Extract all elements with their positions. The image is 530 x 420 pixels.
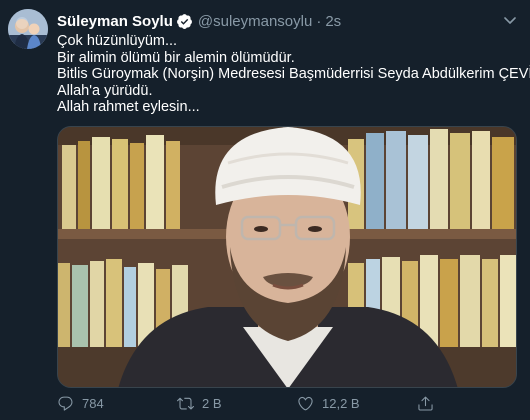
- tweet-line: Çok hüzünlüyüm...: [57, 33, 178, 49]
- verified-badge-icon: [176, 13, 193, 30]
- like-count: 12,2 B: [322, 395, 360, 411]
- tweet[interactable]: Süleyman Soylu @suleymansoylu · 2s Çok h…: [0, 0, 530, 420]
- author-name[interactable]: Süleyman Soylu: [57, 13, 173, 30]
- tweet-line: Bir alimin ölümü bir alemin ölümüdür.: [57, 49, 295, 66]
- reply-button[interactable]: 784: [57, 395, 177, 412]
- tweet-actions: 784 2 B 12,2 B: [57, 393, 477, 413]
- tweet-line: Allah'a yürüdü.: [57, 82, 153, 99]
- tweet-text: Çok hüzünlüyüm... Bir alimin ölümü bir a…: [57, 33, 530, 116]
- reply-icon: [58, 396, 73, 411]
- like-button[interactable]: 12,2 B: [297, 395, 417, 412]
- share-button[interactable]: [417, 395, 442, 412]
- timestamp[interactable]: 2s: [325, 13, 341, 30]
- tweet-photo[interactable]: [57, 126, 517, 388]
- separator-dot: ·: [316, 12, 322, 30]
- chevron-down-icon[interactable]: [502, 12, 518, 28]
- reply-count: 784: [82, 395, 104, 411]
- avatar[interactable]: [8, 9, 48, 49]
- retweet-icon: [177, 397, 194, 409]
- tweet-line: Bitlis Güroymak (Norşin) Medresesi Başmü…: [57, 66, 530, 82]
- retweet-count: 2 B: [202, 395, 222, 411]
- tweet-line: Allah rahmet eylesin...: [57, 99, 200, 115]
- tweet-header: Süleyman Soylu @suleymansoylu · 2s: [57, 11, 341, 31]
- author-handle[interactable]: @suleymansoylu: [198, 13, 312, 30]
- retweet-button[interactable]: 2 B: [177, 395, 297, 412]
- like-icon: [298, 396, 313, 410]
- share-icon: [418, 396, 433, 411]
